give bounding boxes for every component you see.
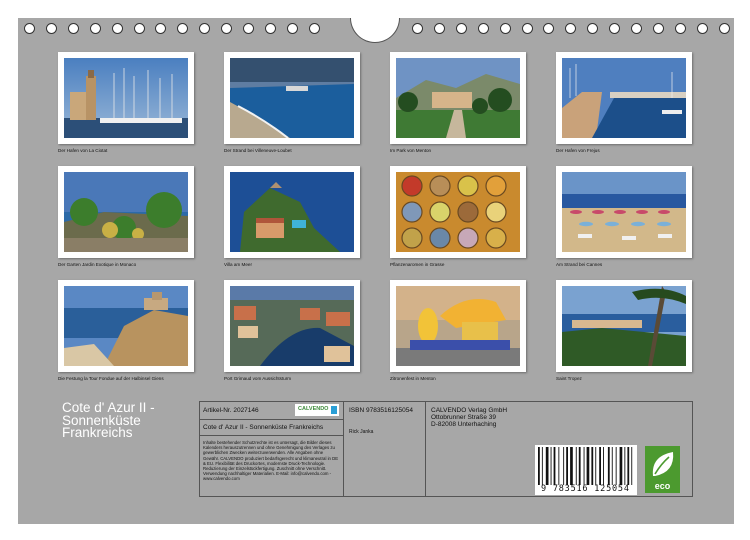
binding-hole xyxy=(45,23,57,34)
binding-hole xyxy=(286,23,298,34)
caption-3: Im Park von Menton xyxy=(390,148,432,153)
barcode-bar xyxy=(624,447,626,485)
binding-hole xyxy=(264,23,276,34)
barcode-bar xyxy=(586,447,590,485)
caption-10: Port Grimaud vom Aussichtsturm xyxy=(224,376,292,381)
photo-villa-am-meer xyxy=(224,166,360,258)
caption-8: Am Strand bei Cannes xyxy=(556,262,603,267)
binding-hole xyxy=(199,23,211,34)
barcode-bar xyxy=(611,447,613,485)
eco-badge: eco xyxy=(645,446,680,493)
binding-hole xyxy=(243,23,254,34)
binding-hole xyxy=(67,23,79,34)
barcode-bar xyxy=(591,447,594,485)
binding-hole xyxy=(455,23,467,34)
binding-hole xyxy=(412,23,423,34)
eco-leaf-icon xyxy=(652,452,674,476)
binding-hole xyxy=(696,23,708,34)
barcode-bar xyxy=(583,447,585,485)
binding-hole xyxy=(133,23,145,34)
caption-2: Der Strand bei Villeneuve-Loubet xyxy=(224,148,292,153)
photo-saint-tropez xyxy=(556,280,692,372)
binding-hole xyxy=(587,23,599,34)
barcode-bar xyxy=(599,447,601,485)
photo-la-ciotat xyxy=(58,52,194,144)
publisher-line-2: Ottobrunner Straße 39 xyxy=(431,414,497,421)
photo-frejus xyxy=(556,52,692,144)
calvendo-logo: CALVENDO xyxy=(295,404,339,416)
photo-villeneuve-loubet xyxy=(224,52,360,144)
barcode-bar xyxy=(541,447,543,485)
binding-hole xyxy=(89,23,101,34)
caption-9: Die Festung la Tour Fondue auf der Halbi… xyxy=(58,376,164,381)
barcode-bar xyxy=(595,447,597,485)
barcode-bar xyxy=(553,447,556,485)
photo-tour-fondue xyxy=(58,280,194,372)
barcode-bar xyxy=(563,447,565,485)
caption-5: Der Garten Jardin Exotique in Monaco xyxy=(58,262,137,267)
caption-6: Villa am Meer xyxy=(224,262,252,267)
isbn-barcode: 9 783516 125054 xyxy=(535,445,637,495)
caption-4: Der Hafen von Frejus xyxy=(556,148,600,153)
barcode-bar xyxy=(615,447,617,485)
photo-park-menton xyxy=(390,52,526,144)
barcode-bar xyxy=(566,447,568,485)
photo-port-grimaud xyxy=(224,280,360,372)
barcode-bar xyxy=(558,447,560,485)
photo-zitronenfest xyxy=(390,280,526,372)
binding-hole xyxy=(24,23,35,34)
photo-jardin-exotique xyxy=(58,166,194,258)
barcode-bar xyxy=(578,447,581,485)
barcode-bar xyxy=(538,447,540,485)
barcode-bar xyxy=(545,447,549,485)
legal-text: Inhalte bestehender Schutzrechte ist es … xyxy=(203,440,339,482)
caption-12: Saint Tropez xyxy=(556,376,582,381)
barcode-bar xyxy=(603,447,604,485)
barcode-bar xyxy=(575,447,577,485)
author: Rick Janka xyxy=(349,429,374,435)
binding-hole xyxy=(308,23,320,34)
calvendo-leaf-icon xyxy=(331,406,337,414)
barcode-bar xyxy=(550,447,552,485)
binding-hole xyxy=(565,23,577,34)
binding-hole xyxy=(674,23,686,34)
binding-hole xyxy=(177,23,189,34)
publisher-line-1: CALVENDO Verlag GmbH xyxy=(431,407,508,414)
publisher-line-3: D-82008 Unterhaching xyxy=(431,421,497,428)
binding-hole xyxy=(111,23,123,34)
eco-label: eco xyxy=(654,481,671,491)
caption-1: Der Hafen von La Ciotat xyxy=(58,148,108,153)
binding-hole xyxy=(521,23,533,34)
caption-7: Pflanzenaromen in Grasse xyxy=(390,262,445,267)
binding-hole xyxy=(477,23,489,34)
binding-hole xyxy=(718,23,730,34)
barcode-bars xyxy=(538,447,633,485)
binding-hole xyxy=(631,23,642,34)
binding-hole xyxy=(221,23,233,34)
barcode-bar xyxy=(619,447,623,485)
binding-hole xyxy=(499,23,511,34)
binding-hole xyxy=(543,23,555,34)
calendar-title: Cote d' Azur II - Sonnenküste Frankreich… xyxy=(62,400,155,440)
binding-hole xyxy=(652,23,664,34)
binding-hole xyxy=(609,23,621,34)
barcode-bar xyxy=(627,447,630,485)
isbn: ISBN 9783516125054 xyxy=(349,407,413,414)
photo-pflanzenaromen-grasse xyxy=(390,166,526,258)
caption-11: Zitronenfest in Menton xyxy=(390,376,436,381)
barcode-bar xyxy=(607,447,610,485)
article-number: Artikel-Nr. 2027146 xyxy=(203,407,259,414)
binding-hole xyxy=(433,23,445,34)
barcode-bar xyxy=(631,447,633,485)
info-title: Cote d' Azur II - Sonnenküste Frankreich… xyxy=(203,424,324,431)
barcode-digits: 9 783516 125054 xyxy=(541,484,630,494)
binding-hole xyxy=(155,23,167,34)
barcode-bar xyxy=(570,447,573,485)
photo-strand-cannes xyxy=(556,166,692,258)
